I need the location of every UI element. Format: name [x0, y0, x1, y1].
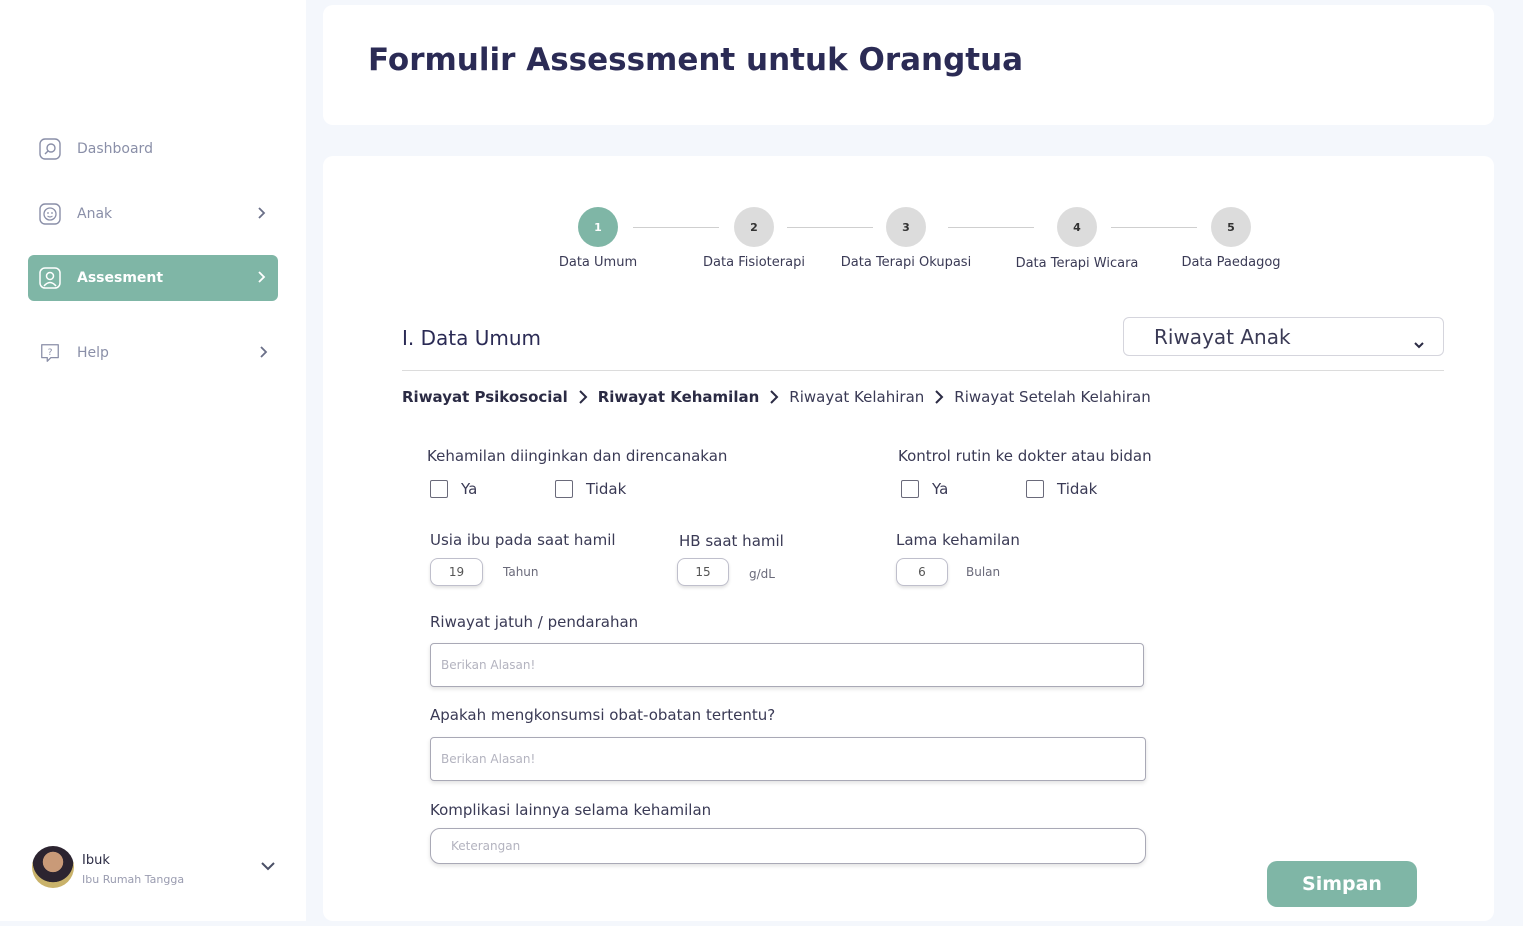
- sidebar-item-assesment[interactable]: Assesment: [28, 255, 278, 301]
- step-label: Data Umum: [558, 255, 638, 270]
- section-title: I. Data Umum: [402, 326, 542, 350]
- user-profile[interactable]: Ibuk Ibu Rumah Tangga: [32, 846, 282, 890]
- routine-checkup-yes[interactable]: Ya: [901, 480, 948, 498]
- step-number: 4: [1057, 207, 1097, 247]
- svg-text:?: ?: [48, 347, 53, 358]
- avatar: [32, 846, 74, 888]
- hb-label: HB saat hamil: [679, 532, 784, 550]
- checkbox[interactable]: [430, 480, 448, 498]
- select-value: Riwayat Anak: [1154, 324, 1291, 349]
- step-number: 3: [886, 207, 926, 247]
- checkbox-label: Tidak: [586, 480, 627, 498]
- pregnancy-duration-label: Lama kehamilan: [896, 531, 1020, 549]
- step-5[interactable]: 5 Data Paedagog: [1171, 207, 1291, 270]
- breadcrumb-item[interactable]: Riwayat Kehamilan: [598, 388, 760, 406]
- chevron-down-icon: [1413, 331, 1425, 355]
- routine-checkup-no[interactable]: Tidak: [1026, 480, 1097, 498]
- header-card: Formulir Assessment untuk Orangtua: [323, 5, 1494, 125]
- sidebar-item-label: Assesment: [77, 270, 164, 286]
- chevron-down-icon[interactable]: [260, 857, 276, 876]
- form-card: 1 Data Umum 2 Data Fisioterapi 3 Data Te…: [323, 156, 1494, 921]
- medication-input[interactable]: Berikan Alasan!: [430, 737, 1146, 781]
- step-label: Data Terapi Okupasi: [840, 255, 972, 270]
- step-1[interactable]: 1 Data Umum: [548, 207, 648, 270]
- chevron-right-icon: [258, 345, 268, 363]
- complication-label: Komplikasi lainnya selama kehamilan: [430, 801, 712, 819]
- user-name: Ibuk: [82, 853, 110, 868]
- mother-age-unit: Tahun: [503, 565, 539, 579]
- help-icon: ?: [39, 342, 61, 364]
- planned-pregnancy-label: Kehamilan diinginkan dan direncanakan: [427, 447, 728, 465]
- step-number: 1: [578, 207, 618, 247]
- sidebar-item-label: Help: [77, 345, 109, 361]
- mother-age-input[interactable]: 19: [430, 558, 483, 586]
- chevron-right-icon: [934, 389, 944, 405]
- planned-pregnancy-no[interactable]: Tidak: [555, 480, 626, 498]
- checkbox[interactable]: [1026, 480, 1044, 498]
- step-label: Data Paedagog: [1181, 255, 1281, 270]
- routine-checkup-label: Kontrol rutin ke dokter atau bidan: [898, 447, 1152, 465]
- complication-input[interactable]: Keterangan: [430, 828, 1146, 864]
- step-number: 5: [1211, 207, 1251, 247]
- fall-history-input[interactable]: Berikan Alasan!: [430, 643, 1144, 687]
- breadcrumb-item[interactable]: Riwayat Setelah Kelahiran: [954, 388, 1150, 406]
- mother-age-label: Usia ibu pada saat hamil: [430, 531, 616, 549]
- chevron-right-icon: [256, 270, 266, 288]
- sidebar: Dashboard Anak Assesment ? Help Ibuk Ibu…: [0, 0, 306, 921]
- step-label: Data Terapi Wicara: [1015, 256, 1139, 271]
- child-icon: [39, 203, 61, 225]
- hb-unit: g/dL: [749, 567, 775, 581]
- medication-label: Apakah mengkonsumsi obat-obatan tertentu…: [430, 706, 776, 724]
- chevron-right-icon: [256, 206, 266, 224]
- sidebar-item-anak[interactable]: Anak: [28, 191, 278, 237]
- step-3[interactable]: 3 Data Terapi Okupasi: [836, 207, 976, 270]
- checkbox-label: Ya: [932, 480, 949, 498]
- pregnancy-duration-input[interactable]: 6: [896, 558, 948, 586]
- sidebar-item-help[interactable]: ? Help: [28, 330, 278, 376]
- checkbox-label: Ya: [461, 480, 478, 498]
- step-number: 2: [734, 207, 774, 247]
- save-button[interactable]: Simpan: [1267, 861, 1417, 907]
- dashboard-icon: [39, 138, 61, 160]
- pregnancy-duration-unit: Bulan: [966, 565, 1001, 579]
- checkbox[interactable]: [901, 480, 919, 498]
- checkbox[interactable]: [555, 480, 573, 498]
- breadcrumb-item[interactable]: Riwayat Kelahiran: [789, 388, 924, 406]
- checkbox-label: Tidak: [1057, 480, 1098, 498]
- planned-pregnancy-yes[interactable]: Ya: [430, 480, 477, 498]
- breadcrumb: Riwayat Psikosocial Riwayat Kehamilan Ri…: [402, 388, 1151, 406]
- hb-input[interactable]: 15: [677, 558, 729, 586]
- step-2[interactable]: 2 Data Fisioterapi: [694, 207, 814, 270]
- fall-history-label: Riwayat jatuh / pendarahan: [430, 613, 639, 631]
- history-select[interactable]: Riwayat Anak: [1123, 317, 1444, 356]
- user-role: Ibu Rumah Tangga: [82, 873, 185, 886]
- step-4[interactable]: 4 Data Terapi Wicara: [1007, 207, 1147, 271]
- page-title: Formulir Assessment untuk Orangtua: [368, 42, 1024, 78]
- sidebar-item-label: Anak: [77, 206, 113, 222]
- divider: [402, 370, 1444, 371]
- user-icon: [39, 267, 61, 289]
- sidebar-item-dashboard[interactable]: Dashboard: [28, 126, 278, 172]
- chevron-right-icon: [769, 389, 779, 405]
- chevron-right-icon: [578, 389, 588, 405]
- step-label: Data Fisioterapi: [703, 255, 805, 270]
- breadcrumb-item[interactable]: Riwayat Psikosocial: [402, 388, 568, 406]
- sidebar-item-label: Dashboard: [77, 141, 153, 157]
